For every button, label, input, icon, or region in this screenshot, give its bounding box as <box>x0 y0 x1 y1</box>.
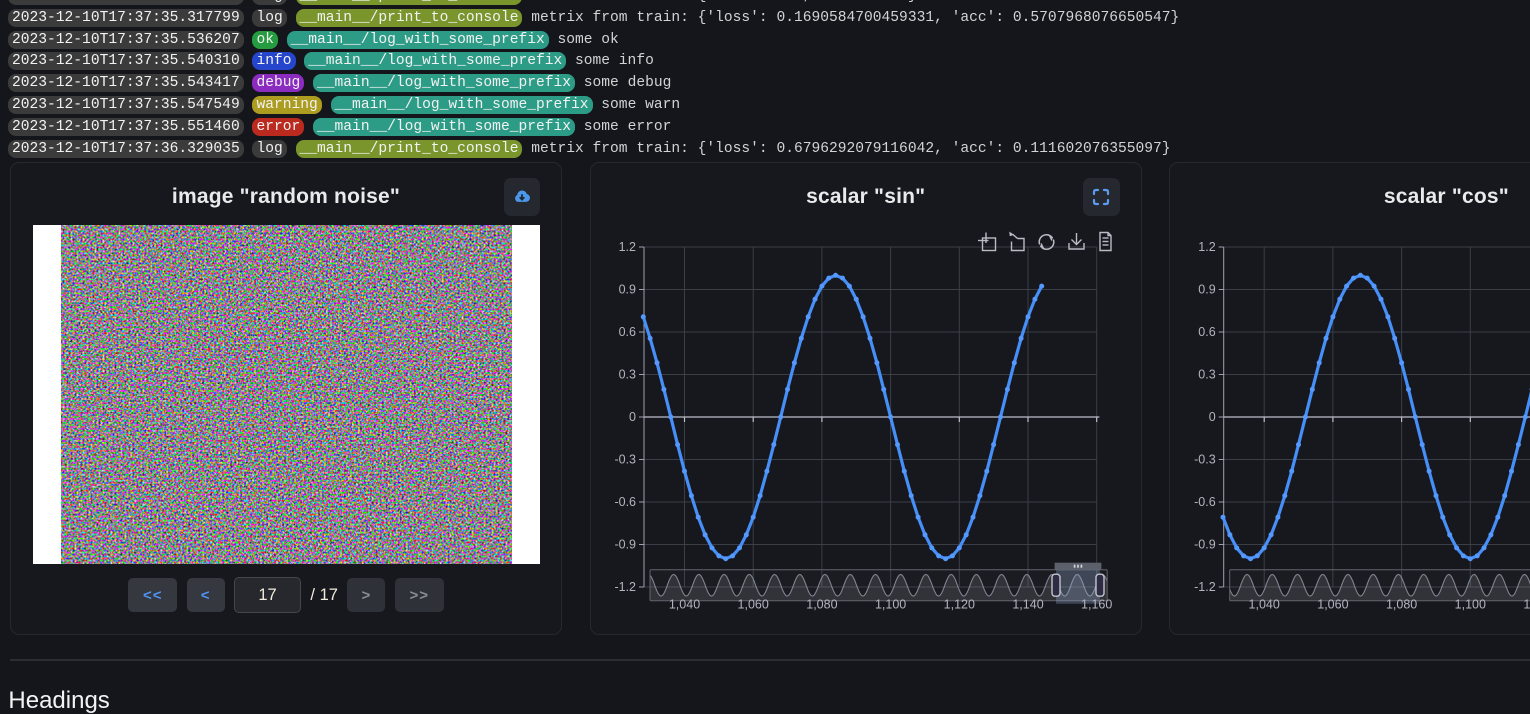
svg-text:-0.3: -0.3 <box>1194 453 1216 467</box>
svg-text:0: 0 <box>1209 410 1216 424</box>
svg-text:-0.6: -0.6 <box>614 495 636 509</box>
svg-text:1,100: 1,100 <box>875 598 906 612</box>
svg-text:0.3: 0.3 <box>1198 368 1215 382</box>
svg-text:0.6: 0.6 <box>619 325 636 339</box>
svg-text:1,140: 1,140 <box>1012 598 1043 612</box>
svg-text:1,120: 1,120 <box>1523 598 1530 612</box>
svg-text:1,100: 1,100 <box>1455 598 1486 612</box>
svg-text:1,080: 1,080 <box>806 598 837 612</box>
svg-text:1,120: 1,120 <box>944 598 975 612</box>
svg-text:0.3: 0.3 <box>619 368 636 382</box>
svg-text:0: 0 <box>629 410 636 424</box>
svg-text:1,040: 1,040 <box>1249 598 1280 612</box>
svg-text:1,060: 1,060 <box>1317 598 1348 612</box>
svg-text:0.9: 0.9 <box>1198 283 1215 297</box>
svg-text:1,160: 1,160 <box>1081 598 1112 612</box>
svg-text:1,060: 1,060 <box>738 598 769 612</box>
svg-text:-0.3: -0.3 <box>614 453 636 467</box>
svg-text:-0.9: -0.9 <box>614 538 636 552</box>
svg-text:-0.9: -0.9 <box>1194 538 1216 552</box>
svg-text:0.9: 0.9 <box>619 283 636 297</box>
svg-text:0.6: 0.6 <box>1198 325 1215 339</box>
svg-text:1.2: 1.2 <box>619 240 636 254</box>
svg-text:-1.2: -1.2 <box>1194 580 1216 594</box>
svg-text:-1.2: -1.2 <box>614 580 636 594</box>
svg-text:1.2: 1.2 <box>1198 240 1215 254</box>
svg-text:1,080: 1,080 <box>1386 598 1417 612</box>
svg-text:-0.6: -0.6 <box>1194 495 1216 509</box>
svg-text:1,040: 1,040 <box>669 598 700 612</box>
